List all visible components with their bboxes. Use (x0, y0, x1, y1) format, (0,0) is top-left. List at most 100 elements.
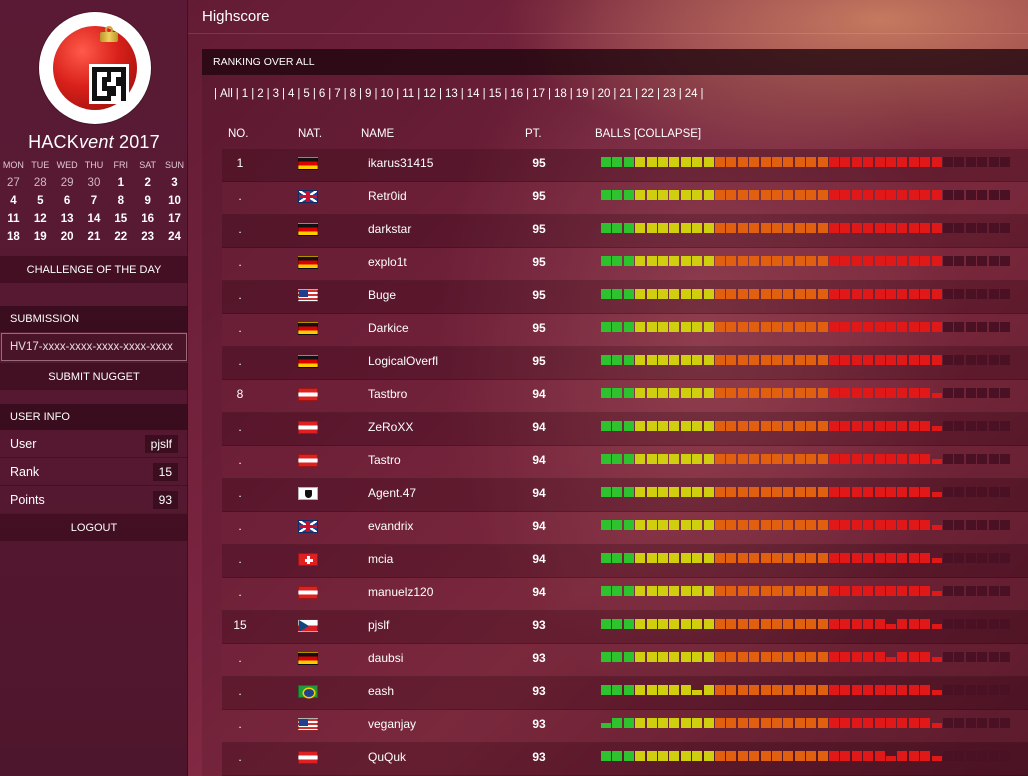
day-link[interactable]: 23 (663, 88, 676, 100)
player-name[interactable]: mcia (368, 545, 393, 573)
day-link[interactable]: All (220, 88, 233, 100)
calendar-day[interactable]: 22 (107, 228, 134, 246)
ball-icon (760, 454, 771, 464)
day-link[interactable]: 19 (576, 88, 589, 100)
calendar-day[interactable]: 17 (161, 210, 188, 228)
ball-icon (943, 190, 953, 200)
logo[interactable] (39, 12, 151, 124)
ball-icon (874, 619, 885, 629)
submit-nugget-button[interactable]: SUBMIT NUGGET (0, 362, 188, 390)
day-link[interactable]: 1 (242, 88, 248, 100)
calendar-day[interactable]: 24 (161, 228, 188, 246)
player-name[interactable]: Tastro (368, 446, 401, 474)
player-name[interactable]: ikarus31415 (368, 149, 433, 177)
day-link[interactable]: 5 (303, 88, 309, 100)
player-name[interactable]: evandrix (368, 512, 413, 540)
ball-icon (920, 718, 931, 728)
calendar-day[interactable]: 18 (0, 228, 27, 246)
day-link[interactable]: 22 (641, 88, 654, 100)
ball-icon (1000, 256, 1010, 266)
calendar-day[interactable]: 19 (27, 228, 54, 246)
player-name[interactable]: darkstar (368, 215, 411, 243)
day-link[interactable]: 7 (334, 88, 340, 100)
calendar-day[interactable]: 11 (0, 210, 27, 228)
ball-icon (943, 619, 953, 629)
player-name[interactable]: ZeRoXX (368, 413, 413, 441)
calendar-day[interactable]: 9 (134, 192, 161, 210)
calendar-day[interactable]: 3 (161, 174, 188, 192)
day-link[interactable]: 14 (467, 88, 480, 100)
calendar-day[interactable]: 5 (27, 192, 54, 210)
ball-icon (669, 487, 680, 497)
calendar-day[interactable]: 12 (27, 210, 54, 228)
day-link[interactable]: 13 (445, 88, 458, 100)
player-name[interactable]: Agent.47 (368, 479, 416, 507)
player-name[interactable]: Tastbro (368, 380, 407, 408)
calendar-day[interactable]: 21 (81, 228, 108, 246)
calendar-day[interactable]: 10 (161, 192, 188, 210)
day-link[interactable]: 6 (319, 88, 325, 100)
day-link[interactable]: 8 (350, 88, 356, 100)
day-link[interactable]: 10 (380, 88, 393, 100)
player-name[interactable]: QuQuk (368, 743, 406, 771)
ball-icon (623, 454, 634, 464)
nugget-input[interactable] (1, 333, 187, 361)
ball-icon (988, 223, 999, 233)
ball-icon (943, 652, 953, 662)
ball-icon (646, 190, 657, 200)
col-pt: PT. (525, 128, 542, 140)
calendar-day[interactable]: 7 (81, 192, 108, 210)
player-name[interactable]: pjslf (368, 611, 389, 639)
player-name[interactable]: eash (368, 677, 394, 705)
challenge-of-the-day-button[interactable]: CHALLENGE OF THE DAY (0, 255, 188, 283)
calendar-day[interactable]: 14 (81, 210, 108, 228)
day-link[interactable]: 24 (685, 88, 698, 100)
day-link[interactable]: 16 (510, 88, 523, 100)
player-name[interactable]: veganjay (368, 710, 416, 738)
day-link[interactable]: 3 (273, 88, 279, 100)
day-link[interactable]: 11 (402, 88, 414, 100)
player-name[interactable]: Retr0id (368, 182, 407, 210)
day-link[interactable]: 15 (489, 88, 502, 100)
ball-icon (646, 388, 657, 398)
ball-icon (669, 421, 680, 431)
calendar-day[interactable]: 2 (134, 174, 161, 192)
calendar-day[interactable]: 1 (107, 174, 134, 192)
player-name[interactable]: LogicalOverfl (368, 347, 438, 375)
ball-icon (749, 388, 760, 398)
ball-icon (601, 520, 611, 530)
player-name[interactable]: Darkice (368, 314, 409, 342)
ball-icon (977, 289, 988, 299)
ball-icon (977, 388, 988, 398)
day-link[interactable]: 12 (423, 88, 436, 100)
logout-button[interactable]: LOGOUT (0, 513, 188, 541)
player-name[interactable]: manuelz120 (368, 578, 433, 606)
ball-icon (635, 190, 646, 200)
ball-icon (1000, 190, 1010, 200)
day-link[interactable]: 2 (257, 88, 263, 100)
day-link[interactable]: 18 (554, 88, 567, 100)
day-link[interactable]: 21 (619, 88, 632, 100)
ball-icon (715, 520, 725, 530)
ball-icon (874, 652, 885, 662)
calendar-day[interactable]: 6 (54, 192, 81, 210)
player-name[interactable]: explo1t (368, 248, 407, 276)
calendar-day[interactable]: 23 (134, 228, 161, 246)
calendar-day[interactable]: 16 (134, 210, 161, 228)
calendar-day[interactable]: 13 (54, 210, 81, 228)
day-link[interactable]: 9 (365, 88, 371, 100)
day-link[interactable]: 4 (288, 88, 294, 100)
ball-icon (977, 685, 988, 695)
player-name[interactable]: Buge (368, 281, 396, 309)
calendar-day[interactable]: 4 (0, 192, 27, 210)
col-balls-collapse[interactable]: BALLS [COLLAPSE] (595, 121, 701, 147)
calendar-day[interactable]: 8 (107, 192, 134, 210)
calendar-day[interactable]: 15 (107, 210, 134, 228)
ball-icon (749, 256, 760, 266)
day-link[interactable]: 17 (532, 88, 545, 100)
calendar-day[interactable]: 20 (54, 228, 81, 246)
day-link[interactable]: 20 (598, 88, 611, 100)
ball-icon (646, 751, 657, 761)
ball-icon (646, 718, 657, 728)
player-name[interactable]: daubsi (368, 644, 403, 672)
